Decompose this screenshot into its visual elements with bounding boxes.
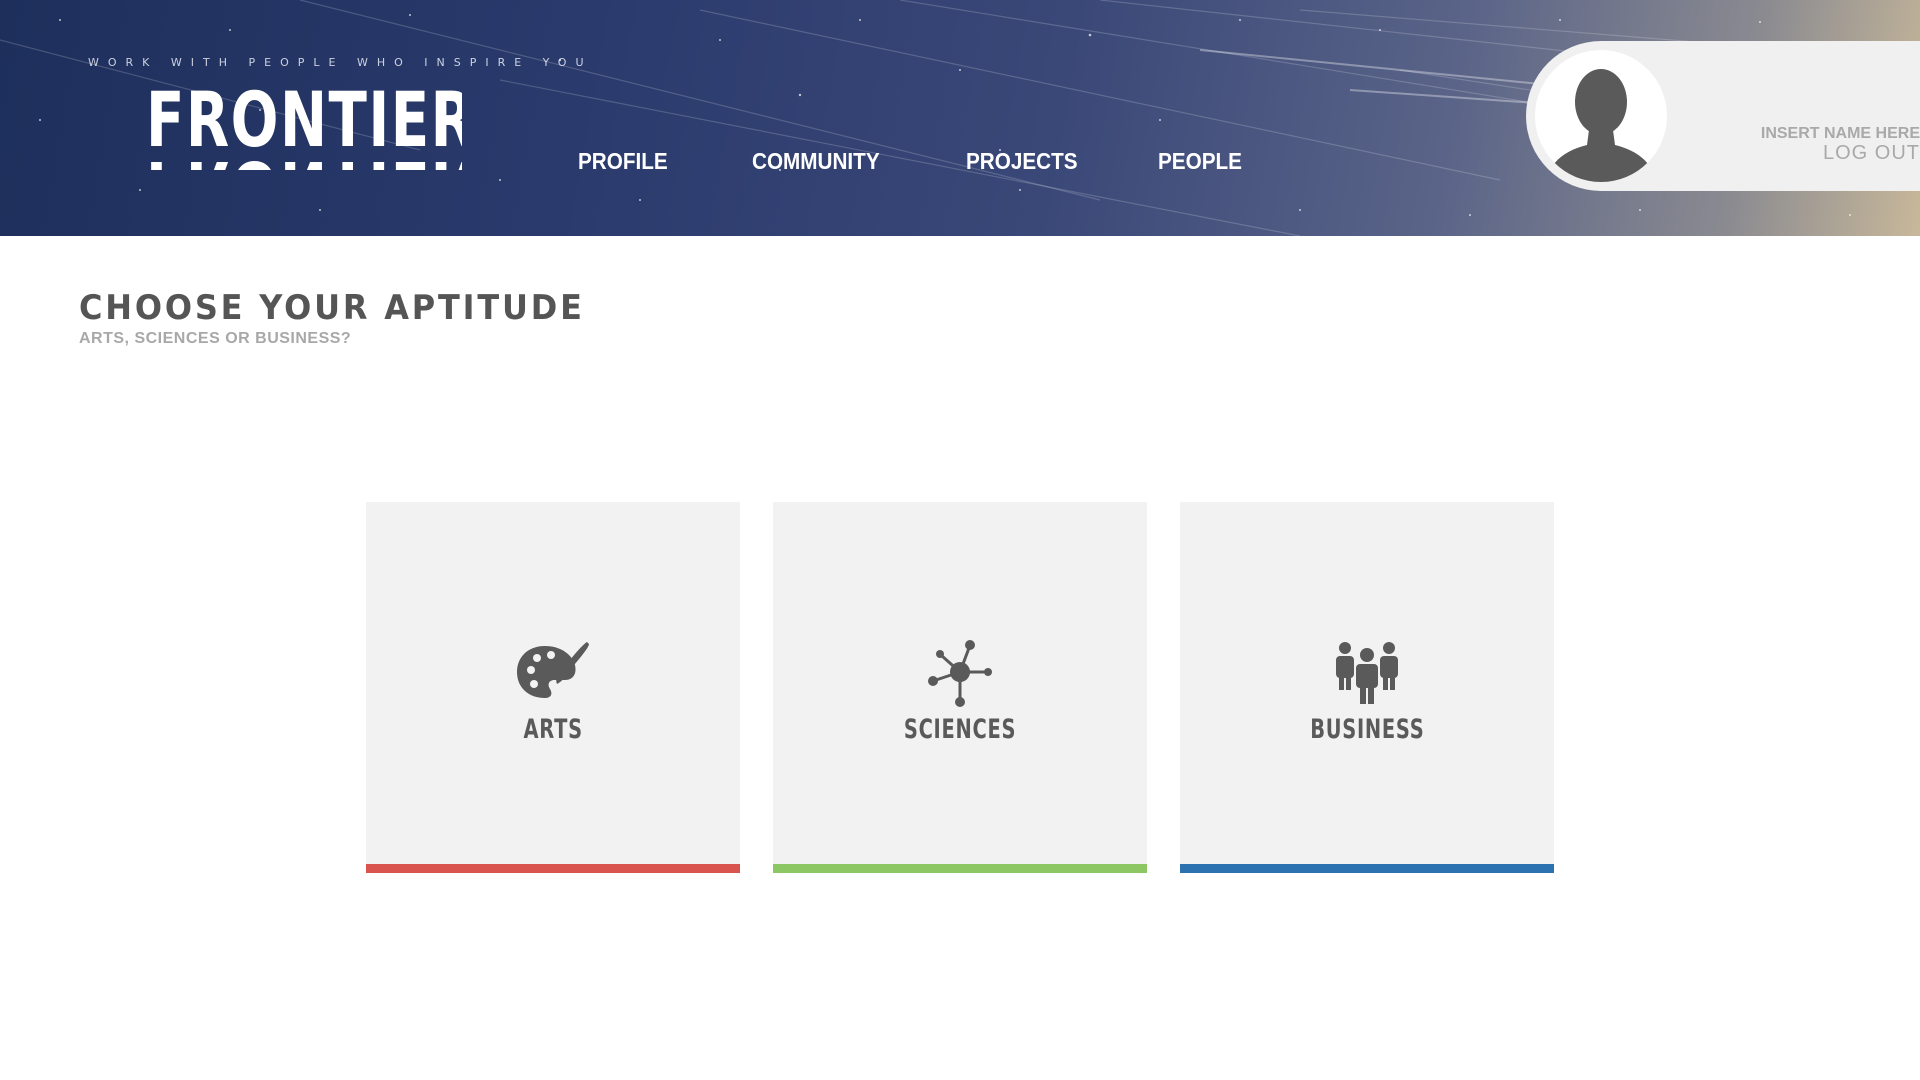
nav-projects[interactable]: PROJECTS	[966, 148, 1078, 175]
page-subtitle: ARTS, SCIENCES OR BUSINESS?	[79, 330, 352, 347]
frontier-logo[interactable]: FRONTIER FRONTIER	[146, 82, 462, 170]
user-silhouette-icon	[1545, 69, 1657, 182]
tagline: WORK WITH PEOPLE WHO INSPIRE YOU	[88, 56, 593, 69]
card-arts-accent-bar	[366, 864, 740, 873]
card-arts-label: ARTS	[366, 714, 740, 745]
palette-icon	[517, 642, 589, 698]
card-business-label: BUSINESS	[1180, 714, 1554, 745]
card-sciences-accent-bar	[773, 864, 1147, 873]
logo-reflection-text: FRONTIER	[146, 152, 462, 170]
card-arts[interactable]: ARTS	[366, 502, 740, 873]
card-sciences-label: SCIENCES	[773, 714, 1147, 745]
logo-reflection: FRONTIER	[146, 152, 462, 170]
nav-community[interactable]: COMMUNITY	[752, 148, 880, 175]
nav-people[interactable]: PEOPLE	[1158, 148, 1242, 175]
user-name: INSERT NAME HERE	[1760, 125, 1920, 142]
logout-link[interactable]: LOG OUT	[1823, 142, 1920, 165]
card-arts-label-text: ARTS	[523, 714, 583, 745]
card-business-accent-bar	[1180, 864, 1554, 873]
card-sciences-label-text: SCIENCES	[903, 714, 1017, 745]
card-sciences[interactable]: SCIENCES	[773, 502, 1147, 873]
people-group-icon	[1336, 642, 1398, 704]
card-business-label-text: BUSINESS	[1309, 714, 1425, 745]
avatar[interactable]	[1535, 50, 1667, 182]
molecule-icon	[928, 640, 992, 707]
card-business[interactable]: BUSINESS	[1180, 502, 1554, 873]
nav-profile[interactable]: PROFILE	[578, 148, 668, 175]
page-title: CHOOSE YOUR APTITUDE	[79, 288, 585, 328]
logo-text: FRONTIER	[146, 82, 462, 164]
header-banner: WORK WITH PEOPLE WHO INSPIRE YOU FRONTIE…	[0, 0, 1920, 236]
